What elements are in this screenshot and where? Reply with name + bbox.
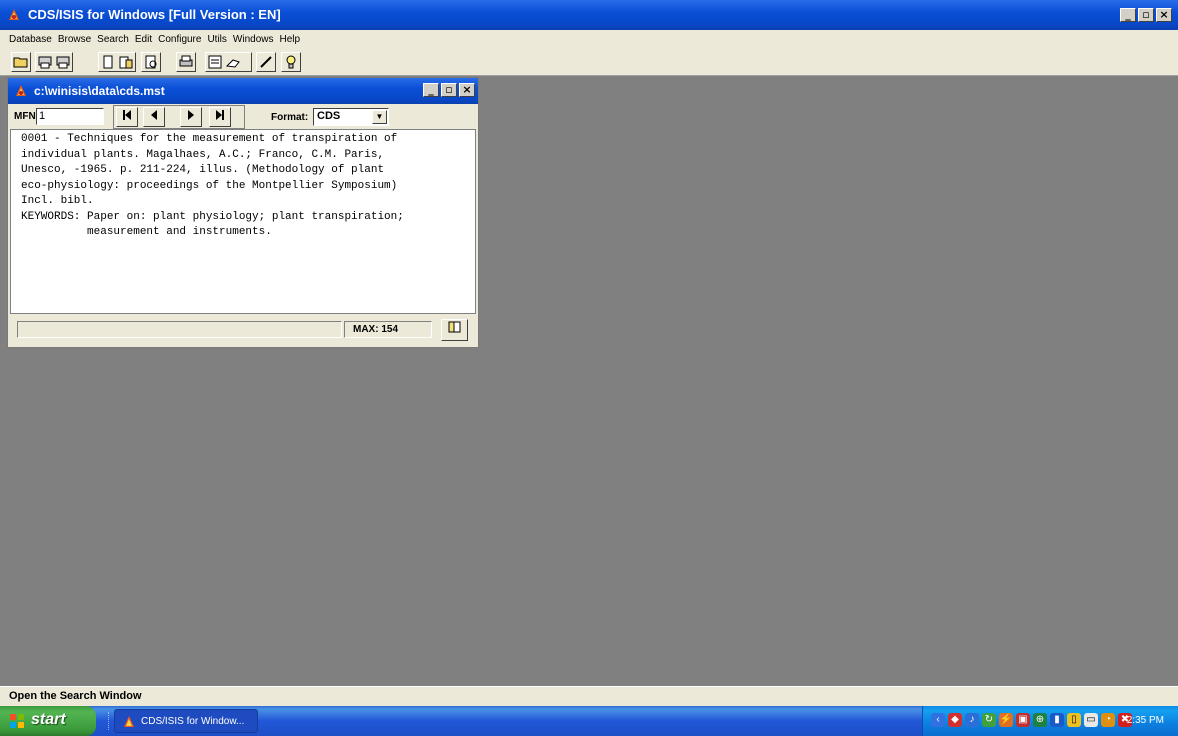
record-window-icon [16, 85, 26, 96]
format-value: CDS [317, 110, 341, 122]
book-icon [448, 321, 460, 333]
record-window-title-bar[interactable]: c:\winisis\data\cds.mst _ ▫ × [8, 78, 478, 104]
search-document-button[interactable] [141, 52, 161, 72]
mfn-label: MFN [14, 111, 36, 122]
print-preview-icon [38, 56, 52, 69]
record-display[interactable]: 0001 - Techniques for the measurement of… [10, 129, 476, 314]
menu-edit[interactable]: Edit [135, 34, 152, 45]
next-record-button[interactable] [180, 107, 202, 127]
record-status-field [17, 321, 342, 338]
taskbar-item-cds-isis[interactable]: CDS/ISIS for Window... [114, 709, 258, 733]
toolbar [0, 48, 1178, 76]
format-select[interactable]: CDS ▼ [313, 108, 389, 126]
menu-utils[interactable]: Utils [207, 34, 226, 45]
record-navigation-row: MFN 1 Format: CDS ▼ [8, 105, 478, 129]
printer-icon [179, 55, 193, 67]
cds-isis-task-icon [124, 716, 134, 727]
maximize-button[interactable]: ▫ [1138, 8, 1154, 22]
menu-bar: Database Browse Search Edit Configure Ut… [0, 30, 1178, 48]
record-maximize-button[interactable]: ▫ [441, 83, 457, 97]
first-record-button[interactable] [116, 107, 138, 127]
previous-record-button[interactable] [143, 107, 165, 127]
copy-icon [103, 55, 113, 69]
main-title-bar[interactable]: CDS/ISIS for Windows [Full Version : EN]… [0, 0, 1178, 30]
start-button[interactable]: start [0, 706, 96, 736]
tray-signal-icon[interactable]: ▮ [1050, 713, 1064, 727]
start-label: start [31, 711, 66, 728]
tray-back-icon[interactable]: ‹ [931, 713, 945, 727]
minimize-button[interactable]: _ [1120, 8, 1136, 22]
menu-help[interactable]: Help [279, 34, 300, 45]
next-record-icon [188, 110, 194, 120]
lightbulb-icon [286, 55, 296, 69]
menu-database[interactable]: Database [9, 34, 52, 45]
tray-display-icon[interactable]: ▭ [1084, 713, 1098, 727]
app-window: CDS/ISIS for Windows [Full Version : EN]… [0, 0, 1178, 736]
first-record-icon [123, 110, 131, 120]
menu-search[interactable]: Search [97, 34, 129, 45]
printer-button[interactable] [176, 52, 196, 72]
record-window: c:\winisis\data\cds.mst _ ▫ × MFN 1 Form… [7, 77, 479, 348]
record-window-controls: _ ▫ × [423, 83, 475, 97]
last-record-icon [216, 110, 224, 120]
tray-shield-icon[interactable]: ◆ [948, 713, 962, 727]
record-window-title: c:\winisis\data\cds.mst [34, 84, 165, 98]
last-record-button[interactable] [209, 107, 231, 127]
copy-paste-button[interactable] [98, 52, 136, 72]
search-document-icon [145, 55, 157, 69]
edit-button[interactable] [256, 52, 276, 72]
tray-adapter-icon[interactable]: ▣ [1016, 713, 1030, 727]
tray-icons: ‹ ◆ ♪ ↻ ⚡ ▣ ⊕ ▮ ▯ ▭ ◔ ✖ [931, 713, 1132, 727]
taskbar: start CDS/ISIS for Window... ‹ ◆ ♪ ↻ ⚡ ▣… [0, 706, 1178, 736]
paste-icon [119, 56, 133, 69]
main-window-controls: _ ▫ × [1120, 8, 1172, 22]
print-group-button[interactable] [35, 52, 73, 72]
record-minimize-button[interactable]: _ [423, 83, 439, 97]
max-mfn-field: MAX: 154 [344, 321, 432, 338]
cds-isis-app-icon [9, 9, 19, 20]
taskbar-separator [108, 712, 112, 730]
system-tray: ‹ ◆ ♪ ↻ ⚡ ▣ ⊕ ▮ ▯ ▭ ◔ ✖ 2:35 PM [922, 706, 1178, 736]
menu-configure[interactable]: Configure [158, 34, 201, 45]
tray-update-icon[interactable]: ⊕ [1033, 713, 1047, 727]
close-button[interactable]: × [1156, 8, 1172, 22]
open-folder-icon [13, 57, 28, 68]
tray-network-icon[interactable]: ↻ [982, 713, 996, 727]
taskbar-item-label: CDS/ISIS for Window... [141, 716, 245, 727]
menu-browse[interactable]: Browse [58, 34, 91, 45]
tray-bolt-icon[interactable]: ⚡ [999, 713, 1013, 727]
record-close-button[interactable]: × [459, 83, 475, 97]
previous-record-icon [151, 110, 157, 120]
menu-windows[interactable]: Windows [233, 34, 274, 45]
book-button[interactable] [441, 319, 468, 341]
main-window-title: CDS/ISIS for Windows [Full Version : EN] [28, 7, 281, 22]
format-label: Format: [271, 112, 309, 123]
tray-battery-icon[interactable]: ▯ [1067, 713, 1081, 727]
help-tip-button[interactable] [281, 52, 301, 72]
chevron-down-icon[interactable]: ▼ [372, 110, 387, 124]
status-bar: Open the Search Window [0, 686, 1178, 706]
form-icon [208, 55, 222, 69]
mfn-input[interactable]: 1 [36, 108, 104, 125]
status-text: Open the Search Window [9, 690, 142, 702]
tray-tool-icon[interactable]: ◔ [1101, 713, 1115, 727]
print-icon [56, 56, 70, 69]
hand-icon [225, 59, 240, 68]
clock[interactable]: 2:35 PM [1127, 715, 1164, 726]
windows-flag-icon [10, 714, 24, 728]
form-hand-button[interactable] [205, 52, 252, 72]
pencil-icon [260, 56, 272, 68]
tray-speaker-icon[interactable]: ♪ [965, 713, 979, 727]
open-database-button[interactable] [11, 52, 31, 72]
